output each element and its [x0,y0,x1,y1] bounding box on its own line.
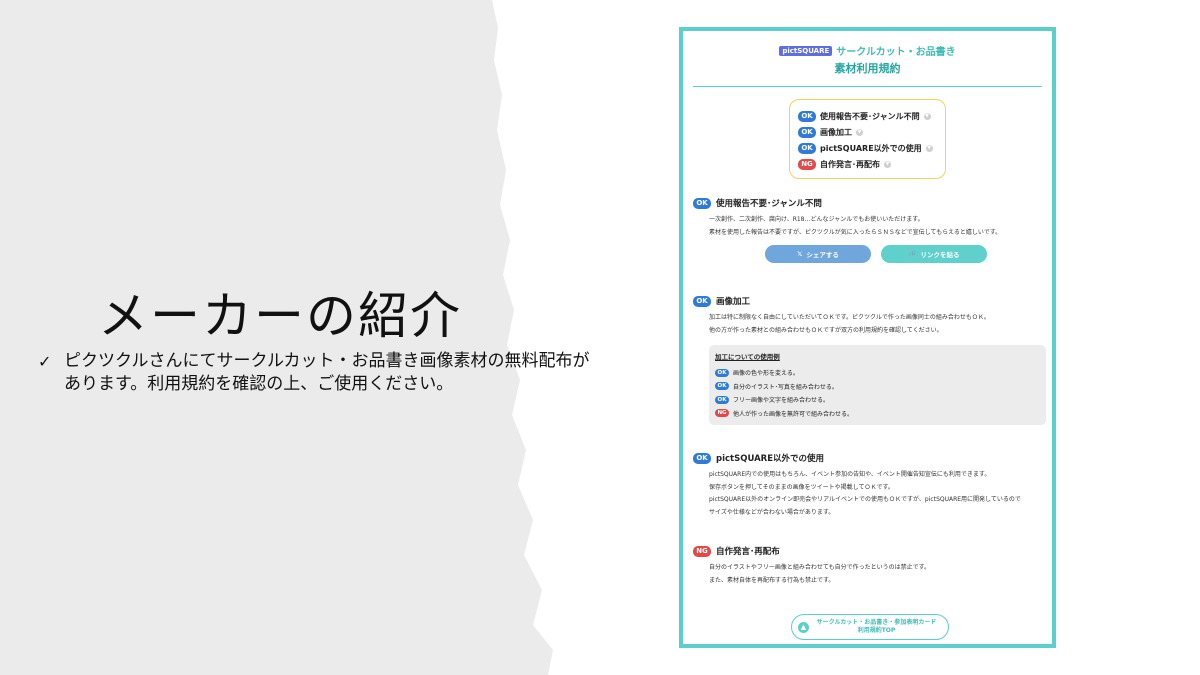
ng-badge: NG [693,545,711,557]
ok-badge: OK [693,197,711,209]
share-label: シェアする [806,251,839,259]
back-to-top-button[interactable]: ▲ サークルカット・お品書き・参加表明カード 利用規約TOP [791,614,949,640]
back-button-label: サークルカット・お品書き・参加表明カード 利用規約TOP [815,619,948,635]
body-line: 他の方が作った素材との組み合わせもＯＫですが双方の利用規約を確認してください。 [709,326,943,334]
toc-label: 自作発言･再配布 [820,159,880,169]
example-item: NG 他人が作った画像を無許可で組み合わせる。 [715,407,1040,421]
body-line: 加工は特に制限なく自由にしていただいてＯＫです。ピクツクルで作った画像同士の組み… [709,314,990,321]
ok-badge: OK [693,452,711,464]
section-title: 画像加工 [716,297,751,307]
example-title: 加工についての使用例 [715,353,780,361]
back-line-1: サークルカット・お品書き・参加表明カード [816,619,937,626]
body-line: pictSQUARE以外のオンライン即売会やリアルイベントでの使用もＯＫですが、… [709,496,1021,503]
check-icon: ✓ [38,352,52,371]
ng-badge: NG [715,409,729,418]
link-button[interactable]: 🔗 リンクを貼る [881,245,987,263]
section-body: 一次創作、二次創作、腐向け、R18…どんなジャンルでもお使いいただけます。 素材… [709,214,1043,239]
link-label: リンクを貼る [920,251,960,259]
bullet-item: ✓ ピクツクルさんにてサークルカット・お品書き画像素材の無料配布があります。利用… [38,350,598,396]
body-line: また、素材自体を再配布する行為も禁止です。 [709,576,835,584]
toc-label: 画像加工 [820,127,852,137]
ok-badge: OK [715,368,729,377]
terms-document: pictSQUARE サークルカット・お品書き 素材利用規約 OK 使用報告不要… [679,27,1056,648]
link-icon: 🔗 [908,250,917,258]
toc-label: pictSQUARE以外での使用 [820,143,922,153]
arrow-down-icon: ▼ [884,160,891,168]
ok-badge: OK [715,395,729,404]
section-title: 使用報告不要･ジャンル不問 [716,199,822,209]
arrow-down-icon: ▼ [856,128,863,136]
example-item: OK 自分のイラスト･写真を組み合わせる。 [715,380,1040,394]
body-line: 自分のイラストやフリー画像と組み合わせても自分で作ったというのは禁止です。 [709,564,930,571]
brand-badge: pictSQUARE [779,45,833,56]
toc-item-outside[interactable]: OK pictSQUARE以外での使用 ▼ [798,140,937,156]
body-line: pictSQUARE内での使用はもちろん、イベント参加の告知や、イベント開催告知… [709,471,991,478]
section-title: 自作発言･再配布 [716,547,780,557]
doc-subtitle: サークルカット・お品書き [836,47,956,58]
example-text: 画像の色や形を変える。 [733,370,799,378]
doc-header: pictSQUARE サークルカット・お品書き 素材利用規約 [683,31,1052,76]
arrow-down-icon: ▼ [923,112,931,120]
x-logo-icon: 𝕏 [797,250,803,258]
toc-item-ng[interactable]: NG 自作発言･再配布 ▼ [798,156,937,172]
body-line: 一次創作、二次創作、腐向け、R18…どんなジャンルでもお使いいただけます。 [709,216,924,223]
section-outside: OK pictSQUARE以外での使用 pictSQUARE内での使用はもちろん… [693,452,1043,519]
section-body: 自分のイラストやフリー画像と組み合わせても自分で作ったというのは禁止です。 また… [709,562,1043,587]
ok-badge: OK [798,126,816,138]
section-ng: NG 自作発言･再配布 自分のイラストやフリー画像と組み合わせても自分で作ったと… [693,545,1043,587]
body-line: 素材を使用した報告は不要ですが、ピクツクルが気に入ったらＳＮＳなどで宣伝してもら… [709,228,1002,236]
toc-item-usage[interactable]: OK 使用報告不要･ジャンル不問 ▼ [798,108,937,124]
example-item: OK フリー画像や文字を組み合わせる。 [715,393,1040,407]
arrow-up-icon: ▲ [798,621,809,633]
example-text: 自分のイラスト･写真を組み合わせる。 [733,383,838,391]
section-usage: OK 使用報告不要･ジャンル不問 一次創作、二次創作、腐向け、R18…どんなジャ… [693,197,1043,263]
section-edit: OK 画像加工 加工は特に制限なく自由にしていただいてＯＫです。ピクツクルで作っ… [693,295,1046,425]
header-divider [693,86,1042,87]
toc-label: 使用報告不要･ジャンル不問 [820,111,920,121]
example-text: 他人が作った画像を無許可で組み合わせる。 [733,410,854,418]
slide-title: メーカーの紹介 [98,287,462,345]
ng-badge: NG [798,158,816,170]
ok-badge: OK [715,382,729,391]
toc-item-edit[interactable]: OK 画像加工 ▼ [798,124,937,140]
share-button[interactable]: 𝕏 シェアする [765,245,871,263]
ok-badge: OK [798,110,816,122]
table-of-contents: OK 使用報告不要･ジャンル不問 ▼ OK 画像加工 ▼ OK pictSQUA… [789,99,946,179]
body-line: 保存ボタンを押してそのままの画像をツイートや掲載してＯＫです。 [709,483,894,491]
bullet-text: ピクツクルさんにてサークルカット・お品書き画像素材の無料配布があります。利用規約… [64,351,590,394]
example-item: OK 画像の色や形を変える。 [715,366,1040,380]
example-text: フリー画像や文字を組み合わせる。 [733,397,830,405]
ok-badge: OK [798,142,816,154]
ok-badge: OK [693,295,711,307]
body-line: サイズや仕様などが合わない場合があります。 [709,508,835,516]
section-body: 加工は特に制限なく自由にしていただいてＯＫです。ピクツクルで作った画像同士の組み… [709,312,1043,337]
example-box: 加工についての使用例 OK 画像の色や形を変える。 OK 自分のイラスト･写真を… [709,345,1046,425]
section-body: pictSQUARE内での使用はもちろん、イベント参加の告知や、イベント開催告知… [709,469,1043,519]
doc-title: 素材利用規約 [834,62,901,75]
section-title: pictSQUARE以外での使用 [716,454,825,464]
back-line-2: 利用規約TOP [857,627,896,634]
arrow-down-icon: ▼ [925,144,933,152]
